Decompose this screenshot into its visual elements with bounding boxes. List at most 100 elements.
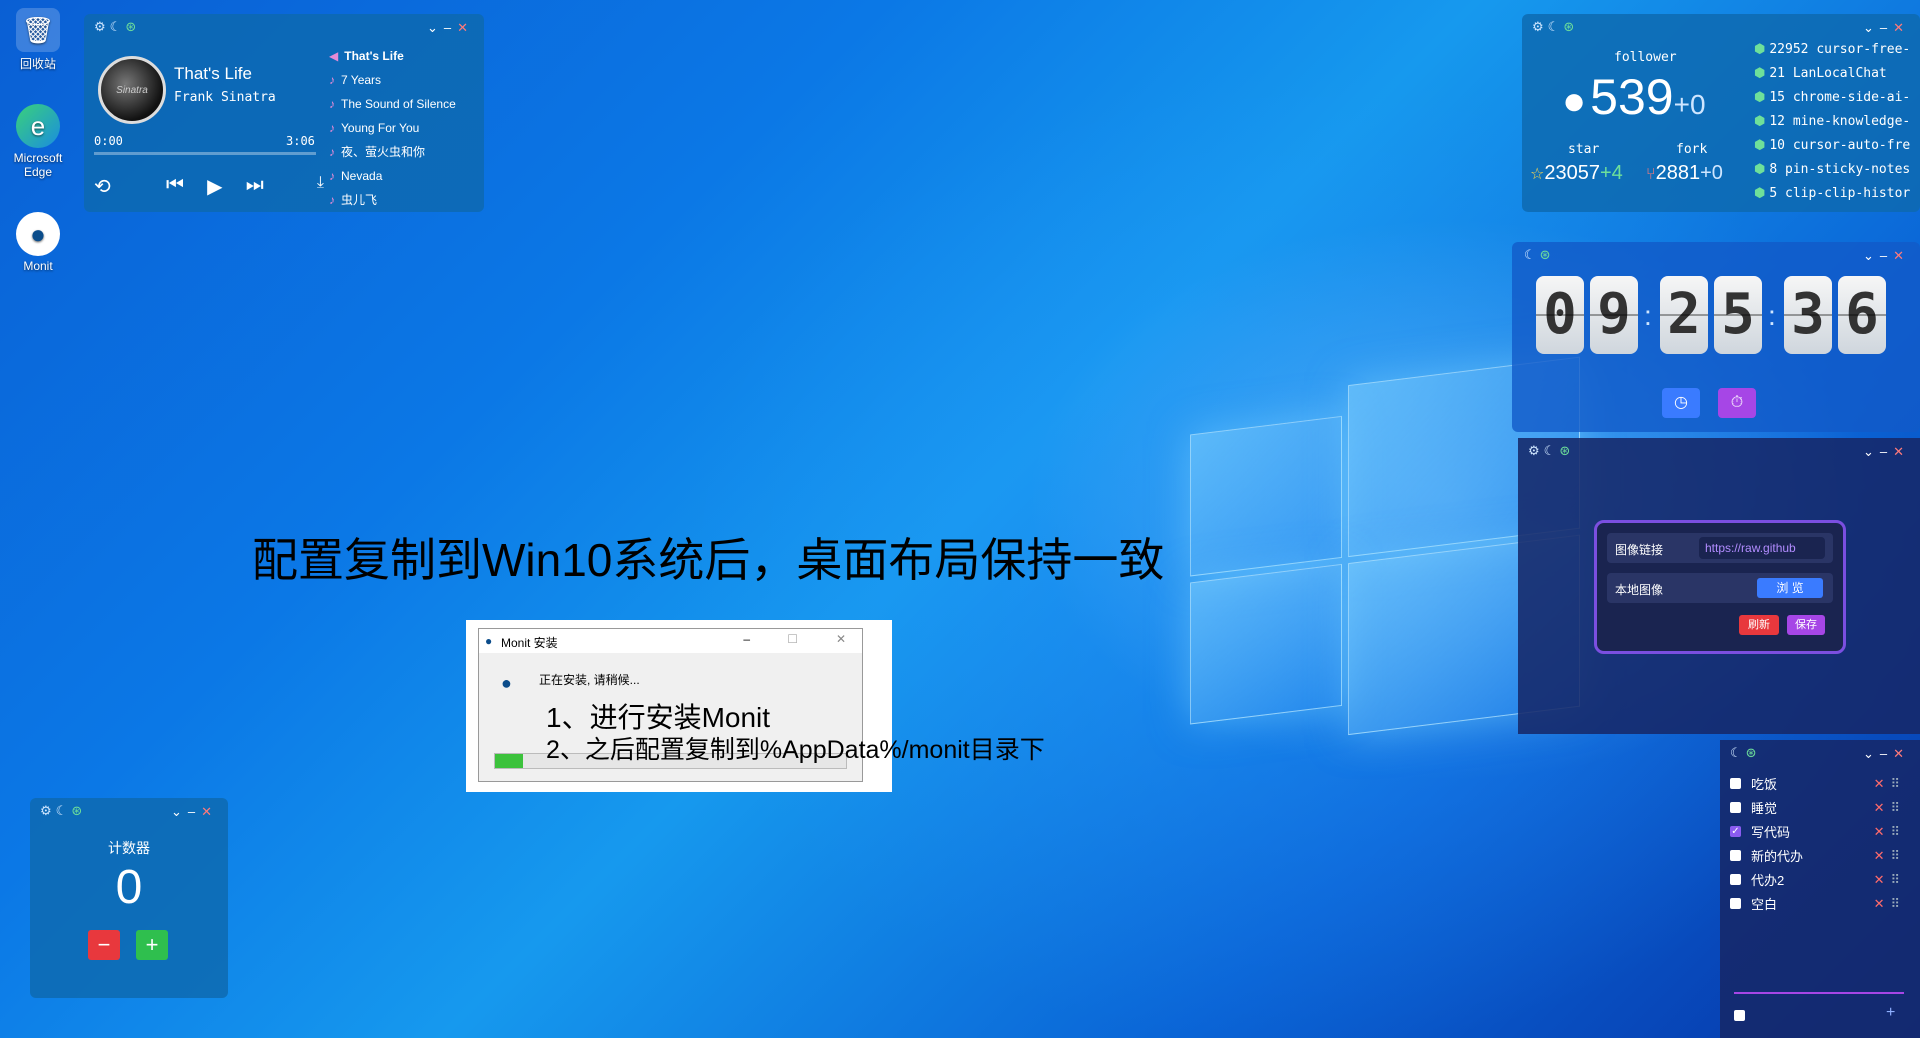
playlist: ◀ That's Life ♪ 7 Years ♪ The Sound of Sile… [329, 44, 456, 212]
collapse-icon[interactable]: ⌄ [427, 20, 444, 35]
drag-handle-icon[interactable]: ⠿ [1890, 800, 1900, 816]
refresh-button[interactable]: 刷新 [1739, 615, 1779, 635]
todo-checkbox[interactable] [1730, 778, 1741, 789]
maximize-icon: ☐ [787, 632, 798, 646]
delete-icon[interactable]: ✕ [1874, 896, 1885, 912]
globe-icon[interactable]: ⊛ [1746, 746, 1757, 760]
playlist-item[interactable]: ♪ 7 Years [329, 68, 456, 92]
playlist-item[interactable]: ♪ Young For You [329, 116, 456, 140]
moon-icon[interactable]: ☾ [56, 804, 68, 818]
repo-item[interactable]: ⬢ 8 pin-sticky-notes [1754, 158, 1910, 182]
repo-item[interactable]: ⬢ 15 chrome-side-ai- [1754, 86, 1910, 110]
globe-icon[interactable]: ⊛ [1563, 20, 1574, 34]
todo-item: 吃饭 ✕ ⠿ [1730, 774, 1900, 793]
minimize-icon[interactable]: – [188, 804, 201, 819]
desktop-icon-edge[interactable]: e Microsoft Edge [6, 104, 70, 179]
drag-handle-icon[interactable]: ⠿ [1890, 776, 1900, 792]
clock-icon[interactable]: ◷ [1662, 388, 1700, 418]
todo-item: 空白 ✕ ⠿ [1730, 894, 1900, 913]
gear-icon[interactable]: ⚙ [40, 804, 52, 818]
minimize-icon[interactable]: – [1880, 444, 1893, 459]
todo-checkbox[interactable] [1730, 874, 1741, 885]
moon-icon[interactable]: ☾ [1548, 20, 1560, 34]
playlist-item[interactable]: ♪ 夜、萤火虫和你 [329, 140, 456, 164]
todo-checkbox[interactable] [1730, 898, 1741, 909]
decrement-button[interactable]: − [88, 930, 120, 960]
gear-icon[interactable]: ⚙ [1532, 20, 1544, 34]
delete-icon[interactable]: ✕ [1874, 776, 1885, 792]
delete-icon[interactable]: ✕ [1874, 824, 1885, 840]
drag-handle-icon[interactable]: ⠿ [1890, 896, 1900, 912]
previous-icon[interactable]: ⏮ [166, 174, 184, 199]
globe-icon[interactable]: ⊛ [71, 804, 82, 818]
repo-item[interactable]: ⬢ 22952 cursor-free- [1754, 38, 1910, 62]
moon-icon[interactable]: ☾ [1524, 248, 1536, 262]
close-icon[interactable]: ✕ [1893, 746, 1910, 761]
collapse-icon[interactable]: ⌄ [1863, 20, 1880, 35]
playlist-item[interactable]: ♪ Nevada [329, 164, 456, 188]
repo-item[interactable]: ⬢ 12 mine-knowledge- [1754, 110, 1910, 134]
todo-item: ✓ 写代码 ✕ ⠿ [1730, 823, 1900, 840]
moon-icon[interactable]: ☾ [110, 20, 122, 34]
widget-toolbar: ⚙ ☾ ⊛ [40, 804, 86, 818]
collapse-icon[interactable]: ⌄ [1863, 248, 1880, 263]
minimize-icon[interactable]: – [444, 20, 457, 35]
close-icon[interactable]: ✕ [1893, 444, 1910, 459]
todo-checkbox-checked[interactable]: ✓ [1730, 826, 1741, 837]
speaker-icon: ◀ [329, 49, 339, 63]
timer-icon[interactable]: ⏱ [1718, 388, 1756, 418]
minimize-icon[interactable]: – [743, 632, 750, 646]
star-stat: ☆23057+4 [1530, 162, 1623, 184]
add-todo-button[interactable]: + [1886, 1004, 1895, 1022]
browse-button[interactable]: 浏 览 [1757, 578, 1823, 598]
playlist-item[interactable]: ♪ 虫儿飞 [329, 188, 456, 212]
playlist-item[interactable]: ♪ The Sound of Silence [329, 92, 456, 116]
moon-icon[interactable]: ☾ [1544, 444, 1556, 458]
desktop-icon-recycle-bin[interactable]: 🗑 回收站 [6, 8, 70, 72]
repo-item[interactable]: ⬢ 5 clip-clip-histor [1754, 182, 1910, 206]
close-icon[interactable]: ✕ [201, 804, 218, 819]
save-button[interactable]: 保存 [1787, 615, 1825, 635]
drag-handle-icon[interactable]: ⠿ [1890, 848, 1900, 864]
close-icon[interactable]: ✕ [457, 20, 474, 35]
todo-checkbox[interactable] [1730, 850, 1741, 861]
new-todo-input[interactable] [1734, 992, 1904, 994]
collapse-icon[interactable]: ⌄ [1863, 746, 1880, 761]
next-icon[interactable]: ⏭ [246, 174, 264, 199]
moon-icon[interactable]: ☾ [1730, 746, 1742, 760]
gear-icon[interactable]: ⚙ [94, 20, 106, 34]
drag-handle-icon[interactable]: ⠿ [1890, 872, 1900, 888]
music-widget: ⚙ ☾ ⊛ ⌄–✕ Sinatra That's Life Frank Sinatr… [84, 14, 484, 212]
globe-icon[interactable]: ⊛ [1559, 444, 1570, 458]
drag-handle-icon[interactable]: ⠿ [1890, 824, 1900, 840]
repeat-icon[interactable]: ⟲ [94, 174, 111, 199]
delete-icon[interactable]: ✕ [1874, 872, 1885, 888]
collapse-icon[interactable]: ⌄ [1863, 444, 1880, 459]
delete-icon[interactable]: ✕ [1874, 800, 1885, 816]
counter-widget: ⚙ ☾ ⊛ ⌄–✕ 计数器 0 − + [30, 798, 228, 998]
close-icon[interactable]: ✕ [836, 632, 846, 646]
url-input[interactable]: https://raw.github [1699, 537, 1825, 559]
collapse-icon[interactable]: ⌄ [171, 804, 188, 819]
minimize-icon[interactable]: – [1880, 20, 1893, 35]
follower-stat: ● 539 +0 [1562, 68, 1706, 126]
gear-icon[interactable]: ⚙ [1528, 444, 1540, 458]
new-todo-checkbox[interactable] [1734, 1010, 1745, 1021]
close-icon[interactable]: ✕ [1893, 20, 1910, 35]
delete-icon[interactable]: ✕ [1874, 848, 1885, 864]
increment-button[interactable]: + [136, 930, 168, 960]
play-icon[interactable]: ▶ [207, 174, 222, 199]
repo-item[interactable]: ⬢ 21 LanLocalChat [1754, 62, 1910, 86]
download-icon[interactable]: ⤓ [317, 174, 324, 199]
image-form: 图像链接 https://raw.github 本地图像 浏 览 刷新 保存 [1594, 520, 1846, 654]
repo-item[interactable]: ⬢ 10 cursor-auto-fre [1754, 134, 1910, 158]
globe-icon[interactable]: ⊛ [1540, 248, 1551, 262]
progress-bar[interactable] [94, 152, 316, 155]
desktop-icon-monit[interactable]: ● Monit [6, 212, 70, 273]
playlist-item[interactable]: ◀ That's Life [329, 44, 456, 68]
todo-checkbox[interactable] [1730, 802, 1741, 813]
globe-icon[interactable]: ⊛ [125, 20, 136, 34]
minimize-icon[interactable]: – [1880, 248, 1893, 263]
minimize-icon[interactable]: – [1880, 746, 1893, 761]
close-icon[interactable]: ✕ [1893, 248, 1910, 263]
